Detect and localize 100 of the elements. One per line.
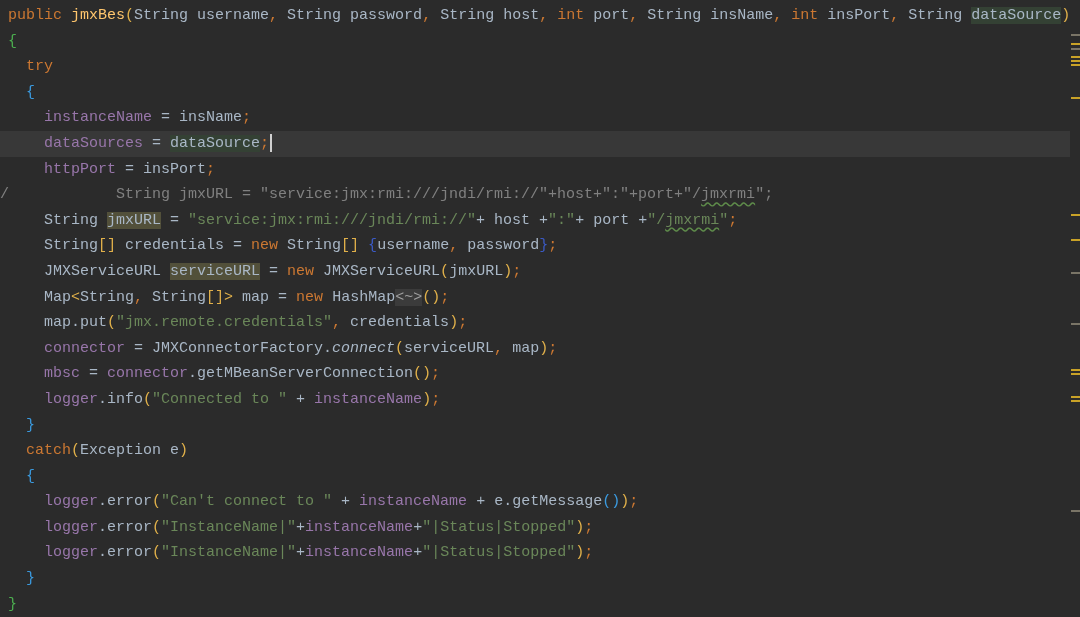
brace: }: [26, 416, 35, 434]
code-text: + port +: [575, 211, 648, 229]
code-text: .error: [98, 493, 153, 511]
string-literal: "jmx.remote.credentials": [116, 314, 333, 332]
field-name: instanceName: [314, 390, 423, 408]
bracket: ): [620, 493, 630, 511]
bracket: (: [71, 442, 81, 460]
field-name: mbsc: [44, 365, 80, 383]
code-text: String: [44, 237, 98, 255]
keyword: new: [296, 288, 324, 306]
keyword: ;: [242, 109, 252, 127]
keyword: ,: [773, 7, 783, 24]
keyword: ,: [134, 288, 144, 306]
string-literal: "service:jmx:rmi:///jndi/rmi://": [188, 211, 477, 229]
bracket: <: [71, 288, 81, 306]
keyword: ;: [548, 237, 558, 255]
text-caret: [270, 134, 273, 152]
scroll-marker[interactable]: [1071, 369, 1080, 371]
bracket: (: [395, 339, 405, 357]
string-literal: "Connected to ": [152, 390, 288, 408]
bracket: ): [1061, 7, 1071, 24]
keyword: ;: [584, 544, 594, 562]
brace: }: [26, 570, 35, 588]
string-literal: "Can't connect to ": [161, 493, 333, 511]
code-text: +: [296, 518, 306, 536]
code-text: String: [44, 211, 99, 229]
bracket: ): [503, 262, 513, 280]
scroll-marker[interactable]: [1071, 214, 1080, 216]
code-text: String: [286, 237, 342, 255]
brace: }: [8, 595, 17, 613]
code-text: password: [466, 237, 540, 255]
code-text: JMXServiceURL: [322, 262, 441, 280]
scroll-marker[interactable]: [1071, 97, 1080, 99]
scroll-marker[interactable]: [1071, 64, 1080, 66]
code-text: = insPort: [124, 160, 207, 178]
scroll-marker[interactable]: [1071, 60, 1080, 62]
code-text: insPort: [826, 7, 891, 24]
code-text: credentials =: [124, 237, 244, 255]
method-name: connect: [332, 339, 396, 357]
bracket: []: [341, 237, 360, 255]
keyword: ,: [269, 7, 279, 24]
misspelled-word: jmxrmi: [701, 186, 756, 204]
code-text: + host +: [476, 211, 549, 229]
keyword: try: [26, 58, 53, 76]
scroll-marker[interactable]: [1071, 272, 1080, 274]
field-name: connector: [107, 365, 189, 383]
scroll-marker[interactable]: [1071, 510, 1080, 512]
keyword: new: [287, 262, 315, 280]
string-literal: "InstanceName|": [161, 518, 297, 536]
keyword: ;: [206, 160, 216, 178]
code-text: .error: [98, 518, 153, 536]
brace: {: [8, 32, 17, 50]
scroll-marker[interactable]: [1071, 43, 1080, 45]
code-text: =: [169, 211, 181, 229]
scroll-marker[interactable]: [1071, 400, 1080, 402]
field-name: logger: [44, 518, 98, 536]
code-text: HashMap: [331, 288, 396, 306]
code-text: =: [268, 262, 280, 280]
keyword: ,: [539, 7, 549, 24]
scroll-marker[interactable]: [1071, 239, 1080, 241]
string-literal: ":": [548, 211, 576, 229]
bracket: ): [422, 390, 432, 408]
field-name: connector: [44, 339, 125, 357]
folded-type-args: <~>: [395, 288, 423, 306]
keyword: ;: [260, 134, 270, 152]
code-text: =: [88, 365, 100, 383]
bracket: (): [422, 288, 441, 306]
bracket: (: [125, 7, 135, 24]
scroll-marker[interactable]: [1071, 373, 1080, 375]
code-text: Map: [44, 288, 71, 306]
scroll-marker[interactable]: [1071, 396, 1080, 398]
keyword: ;: [431, 365, 441, 383]
code-text: =: [151, 134, 163, 152]
keyword: ,: [890, 7, 900, 24]
bracket: ): [449, 314, 459, 332]
code-text: username: [377, 237, 450, 255]
highlighted-identifier: serviceURL: [170, 262, 261, 280]
code-text: JMXServiceURL: [44, 262, 163, 280]
code-text: map: [511, 339, 540, 357]
string-literal: ": [719, 211, 729, 229]
keyword: ;: [584, 518, 594, 536]
code-text: + e.getMessage: [475, 493, 603, 511]
code-text: .getMBeanServerConnection: [188, 365, 414, 383]
code-text: map =: [241, 288, 289, 306]
field-name: instanceName: [305, 544, 414, 562]
brace: {: [367, 237, 378, 255]
keyword: ;: [458, 314, 468, 332]
scroll-marker[interactable]: [1071, 34, 1080, 36]
brace: {: [26, 83, 35, 101]
keyword: new: [251, 237, 279, 255]
bracket: (: [143, 390, 153, 408]
scroll-marker[interactable]: [1071, 323, 1080, 325]
code-text: +: [295, 390, 307, 408]
scroll-marker[interactable]: [1071, 56, 1080, 58]
code-text: String host: [439, 7, 540, 24]
code-text: +: [413, 544, 423, 562]
keyword: ;: [629, 493, 639, 511]
scroll-marker[interactable]: [1071, 48, 1080, 50]
bracket: []>: [206, 288, 234, 306]
misspelled-word: jmxrmi: [665, 211, 720, 229]
